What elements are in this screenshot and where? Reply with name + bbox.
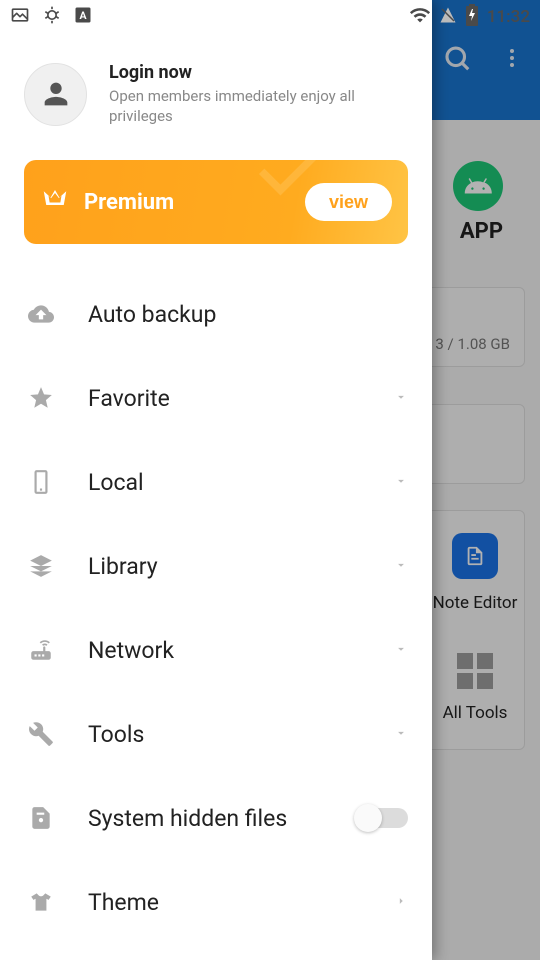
- menu-label: Tools: [88, 721, 360, 748]
- menu-label: Network: [88, 637, 360, 664]
- a-icon: A: [74, 6, 92, 28]
- image-icon: [10, 5, 30, 29]
- menu-label: Auto backup: [88, 301, 408, 328]
- no-sim-icon: [439, 6, 457, 28]
- menu-label: Favorite: [88, 385, 360, 412]
- cloud-backup-icon: [28, 301, 54, 327]
- tshirt-icon: [28, 889, 54, 915]
- navigation-drawer: Login now Open members immediately enjoy…: [0, 0, 432, 960]
- premium-banner[interactable]: Premium view: [24, 160, 408, 244]
- chevron-down-icon: [394, 473, 408, 492]
- status-time: 11:32: [487, 7, 530, 27]
- menu-label: Library: [88, 553, 360, 580]
- router-icon: [28, 637, 54, 663]
- chevron-down-icon: [394, 725, 408, 744]
- menu-item-system-hidden-files[interactable]: System hidden files: [0, 776, 432, 860]
- avatar: [24, 63, 87, 126]
- star-icon: [28, 385, 54, 411]
- menu-item-tools[interactable]: Tools: [0, 692, 432, 776]
- login-section[interactable]: Login now Open members immediately enjoy…: [0, 34, 432, 144]
- menu-label: System hidden files: [88, 805, 322, 832]
- menu-item-library[interactable]: Library: [0, 524, 432, 608]
- menu-item-local[interactable]: Local: [0, 440, 432, 524]
- status-right-icons: 11:32: [409, 4, 530, 30]
- chevron-right-icon: [394, 893, 408, 912]
- phone-icon: [28, 469, 54, 495]
- menu-item-auto-backup[interactable]: Auto backup: [0, 272, 432, 356]
- hidden-files-toggle[interactable]: [356, 808, 408, 828]
- wifi-icon: [409, 4, 431, 30]
- status-bar: A 11:32: [0, 0, 540, 34]
- layers-icon: [28, 553, 54, 579]
- login-title: Login now: [109, 62, 408, 83]
- svg-text:A: A: [79, 9, 87, 22]
- menu-item-network[interactable]: Network: [0, 608, 432, 692]
- login-text: Login now Open members immediately enjoy…: [109, 62, 408, 126]
- premium-label: Premium: [84, 190, 305, 215]
- crown-icon: [40, 185, 70, 219]
- chevron-down-icon: [394, 389, 408, 408]
- menu-item-favorite[interactable]: Favorite: [0, 356, 432, 440]
- menu-item-theme[interactable]: Theme: [0, 860, 432, 944]
- file-settings-icon: [28, 805, 54, 831]
- status-left-icons: A: [10, 5, 92, 29]
- drawer-menu: Auto backup Favorite Local Library: [0, 260, 432, 944]
- login-subtitle: Open members immediately enjoy all privi…: [109, 87, 408, 126]
- battery-charging-icon: [465, 4, 479, 30]
- wrench-icon: [28, 721, 54, 747]
- bug-icon: [42, 5, 62, 29]
- premium-view-button[interactable]: view: [305, 183, 392, 221]
- chevron-down-icon: [394, 557, 408, 576]
- menu-label: Local: [88, 469, 360, 496]
- menu-label: Theme: [88, 889, 360, 916]
- chevron-down-icon: [394, 641, 408, 660]
- toggle-knob: [354, 804, 382, 832]
